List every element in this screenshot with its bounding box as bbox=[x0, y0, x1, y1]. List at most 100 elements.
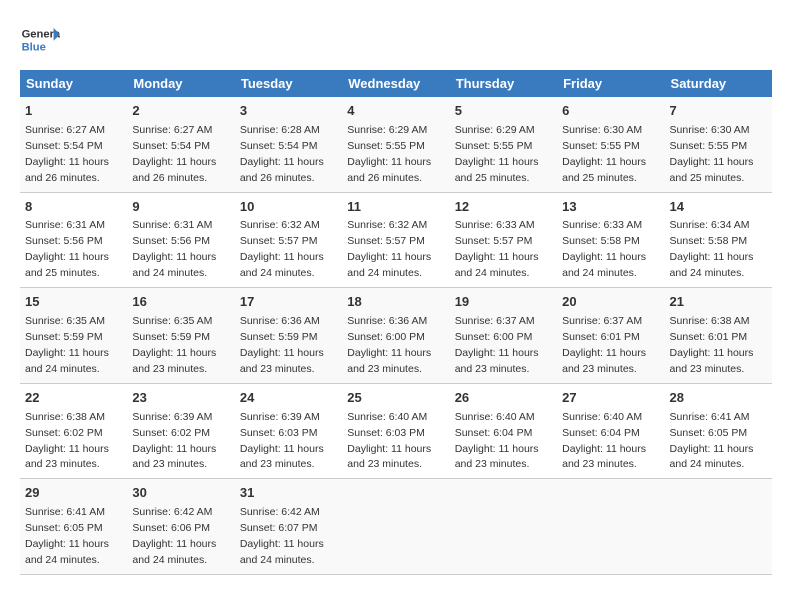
weekday-header: Sunday bbox=[20, 70, 127, 97]
sunset-text: Sunset: 5:57 PM bbox=[347, 235, 425, 247]
sunrise-text: Sunrise: 6:41 AM bbox=[25, 506, 105, 518]
sunrise-text: Sunrise: 6:42 AM bbox=[240, 506, 320, 518]
calendar-cell: 13 Sunrise: 6:33 AM Sunset: 5:58 PM Dayl… bbox=[557, 192, 664, 288]
sunset-text: Sunset: 6:02 PM bbox=[132, 427, 210, 439]
daylight-text: Daylight: 11 hours and 23 minutes. bbox=[455, 443, 539, 471]
daylight-text: Daylight: 11 hours and 25 minutes. bbox=[25, 251, 109, 279]
daylight-text: Daylight: 11 hours and 24 minutes. bbox=[347, 251, 431, 279]
calendar-cell: 19 Sunrise: 6:37 AM Sunset: 6:00 PM Dayl… bbox=[450, 288, 557, 384]
daylight-text: Daylight: 11 hours and 23 minutes. bbox=[670, 347, 754, 375]
calendar-cell: 5 Sunrise: 6:29 AM Sunset: 5:55 PM Dayli… bbox=[450, 97, 557, 192]
sunrise-text: Sunrise: 6:28 AM bbox=[240, 124, 320, 136]
sunset-text: Sunset: 6:03 PM bbox=[347, 427, 425, 439]
sunset-text: Sunset: 6:01 PM bbox=[562, 331, 640, 343]
logo: General Blue bbox=[20, 20, 60, 60]
daylight-text: Daylight: 11 hours and 23 minutes. bbox=[562, 347, 646, 375]
day-number: 5 bbox=[455, 102, 552, 121]
calendar-cell: 12 Sunrise: 6:33 AM Sunset: 5:57 PM Dayl… bbox=[450, 192, 557, 288]
day-number: 19 bbox=[455, 293, 552, 312]
day-number: 20 bbox=[562, 293, 659, 312]
sunrise-text: Sunrise: 6:40 AM bbox=[562, 411, 642, 423]
day-number: 10 bbox=[240, 198, 337, 217]
sunset-text: Sunset: 5:55 PM bbox=[347, 140, 425, 152]
calendar-week-row: 1 Sunrise: 6:27 AM Sunset: 5:54 PM Dayli… bbox=[20, 97, 772, 192]
sunrise-text: Sunrise: 6:36 AM bbox=[347, 315, 427, 327]
day-number: 27 bbox=[562, 389, 659, 408]
calendar-cell: 22 Sunrise: 6:38 AM Sunset: 6:02 PM Dayl… bbox=[20, 383, 127, 479]
calendar-cell: 21 Sunrise: 6:38 AM Sunset: 6:01 PM Dayl… bbox=[665, 288, 772, 384]
day-number: 12 bbox=[455, 198, 552, 217]
sunset-text: Sunset: 5:58 PM bbox=[562, 235, 640, 247]
sunrise-text: Sunrise: 6:37 AM bbox=[562, 315, 642, 327]
daylight-text: Daylight: 11 hours and 24 minutes. bbox=[670, 443, 754, 471]
calendar-cell: 26 Sunrise: 6:40 AM Sunset: 6:04 PM Dayl… bbox=[450, 383, 557, 479]
sunset-text: Sunset: 5:56 PM bbox=[132, 235, 210, 247]
day-number: 2 bbox=[132, 102, 229, 121]
daylight-text: Daylight: 11 hours and 24 minutes. bbox=[240, 538, 324, 566]
calendar-table: SundayMondayTuesdayWednesdayThursdayFrid… bbox=[20, 70, 772, 575]
sunset-text: Sunset: 5:58 PM bbox=[670, 235, 748, 247]
sunset-text: Sunset: 5:57 PM bbox=[240, 235, 318, 247]
sunset-text: Sunset: 6:03 PM bbox=[240, 427, 318, 439]
sunset-text: Sunset: 6:05 PM bbox=[25, 522, 103, 534]
calendar-week-row: 15 Sunrise: 6:35 AM Sunset: 5:59 PM Dayl… bbox=[20, 288, 772, 384]
sunrise-text: Sunrise: 6:41 AM bbox=[670, 411, 750, 423]
day-number: 29 bbox=[25, 484, 122, 503]
day-number: 8 bbox=[25, 198, 122, 217]
sunrise-text: Sunrise: 6:39 AM bbox=[240, 411, 320, 423]
daylight-text: Daylight: 11 hours and 23 minutes. bbox=[240, 443, 324, 471]
daylight-text: Daylight: 11 hours and 24 minutes. bbox=[25, 538, 109, 566]
sunset-text: Sunset: 6:01 PM bbox=[670, 331, 748, 343]
calendar-cell bbox=[450, 479, 557, 575]
sunrise-text: Sunrise: 6:31 AM bbox=[25, 219, 105, 231]
day-number: 3 bbox=[240, 102, 337, 121]
daylight-text: Daylight: 11 hours and 23 minutes. bbox=[455, 347, 539, 375]
daylight-text: Daylight: 11 hours and 26 minutes. bbox=[25, 156, 109, 184]
weekday-header: Tuesday bbox=[235, 70, 342, 97]
daylight-text: Daylight: 11 hours and 24 minutes. bbox=[240, 251, 324, 279]
calendar-cell: 28 Sunrise: 6:41 AM Sunset: 6:05 PM Dayl… bbox=[665, 383, 772, 479]
sunset-text: Sunset: 5:54 PM bbox=[132, 140, 210, 152]
sunrise-text: Sunrise: 6:37 AM bbox=[455, 315, 535, 327]
calendar-cell: 2 Sunrise: 6:27 AM Sunset: 5:54 PM Dayli… bbox=[127, 97, 234, 192]
calendar-cell bbox=[557, 479, 664, 575]
day-number: 17 bbox=[240, 293, 337, 312]
sunset-text: Sunset: 5:59 PM bbox=[132, 331, 210, 343]
calendar-week-row: 8 Sunrise: 6:31 AM Sunset: 5:56 PM Dayli… bbox=[20, 192, 772, 288]
weekday-header-row: SundayMondayTuesdayWednesdayThursdayFrid… bbox=[20, 70, 772, 97]
logo-icon: General Blue bbox=[20, 20, 60, 60]
sunset-text: Sunset: 6:00 PM bbox=[455, 331, 533, 343]
day-number: 18 bbox=[347, 293, 444, 312]
daylight-text: Daylight: 11 hours and 23 minutes. bbox=[240, 347, 324, 375]
daylight-text: Daylight: 11 hours and 24 minutes. bbox=[25, 347, 109, 375]
sunset-text: Sunset: 5:54 PM bbox=[25, 140, 103, 152]
day-number: 16 bbox=[132, 293, 229, 312]
sunset-text: Sunset: 6:02 PM bbox=[25, 427, 103, 439]
calendar-cell: 15 Sunrise: 6:35 AM Sunset: 5:59 PM Dayl… bbox=[20, 288, 127, 384]
calendar-cell: 30 Sunrise: 6:42 AM Sunset: 6:06 PM Dayl… bbox=[127, 479, 234, 575]
daylight-text: Daylight: 11 hours and 23 minutes. bbox=[25, 443, 109, 471]
calendar-cell: 25 Sunrise: 6:40 AM Sunset: 6:03 PM Dayl… bbox=[342, 383, 449, 479]
weekday-header: Thursday bbox=[450, 70, 557, 97]
sunrise-text: Sunrise: 6:39 AM bbox=[132, 411, 212, 423]
sunset-text: Sunset: 6:06 PM bbox=[132, 522, 210, 534]
sunset-text: Sunset: 5:56 PM bbox=[25, 235, 103, 247]
calendar-cell: 7 Sunrise: 6:30 AM Sunset: 5:55 PM Dayli… bbox=[665, 97, 772, 192]
calendar-cell: 10 Sunrise: 6:32 AM Sunset: 5:57 PM Dayl… bbox=[235, 192, 342, 288]
sunset-text: Sunset: 5:55 PM bbox=[455, 140, 533, 152]
daylight-text: Daylight: 11 hours and 24 minutes. bbox=[132, 251, 216, 279]
sunset-text: Sunset: 5:59 PM bbox=[240, 331, 318, 343]
svg-text:Blue: Blue bbox=[22, 41, 46, 53]
daylight-text: Daylight: 11 hours and 24 minutes. bbox=[670, 251, 754, 279]
calendar-week-row: 29 Sunrise: 6:41 AM Sunset: 6:05 PM Dayl… bbox=[20, 479, 772, 575]
sunrise-text: Sunrise: 6:31 AM bbox=[132, 219, 212, 231]
sunset-text: Sunset: 5:57 PM bbox=[455, 235, 533, 247]
sunrise-text: Sunrise: 6:30 AM bbox=[562, 124, 642, 136]
weekday-header: Monday bbox=[127, 70, 234, 97]
day-number: 21 bbox=[670, 293, 767, 312]
calendar-cell: 20 Sunrise: 6:37 AM Sunset: 6:01 PM Dayl… bbox=[557, 288, 664, 384]
sunset-text: Sunset: 5:59 PM bbox=[25, 331, 103, 343]
calendar-cell: 6 Sunrise: 6:30 AM Sunset: 5:55 PM Dayli… bbox=[557, 97, 664, 192]
daylight-text: Daylight: 11 hours and 26 minutes. bbox=[240, 156, 324, 184]
day-number: 7 bbox=[670, 102, 767, 121]
